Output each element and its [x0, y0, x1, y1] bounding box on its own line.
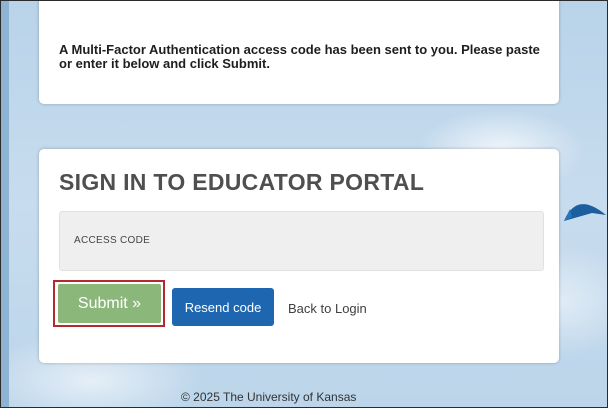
access-code-input[interactable]	[60, 212, 547, 272]
decorative-wing-icon	[564, 204, 606, 221]
message-card: A Multi-Factor Authentication access cod…	[39, 1, 559, 104]
back-to-login-link[interactable]: Back to Login	[288, 301, 367, 316]
mfa-message: A Multi-Factor Authentication access cod…	[59, 43, 549, 71]
submit-button[interactable]: Submit »	[58, 284, 161, 323]
signin-card: SIGN IN TO EDUCATOR PORTAL ACCESS CODE S…	[39, 149, 559, 363]
mfa-message-emphasis: Submit	[222, 56, 267, 71]
footer-copyright: © 2025 The University of Kansas	[181, 390, 357, 404]
mfa-message-text: A Multi-Factor Authentication access cod…	[59, 42, 540, 71]
signin-title: SIGN IN TO EDUCATOR PORTAL	[59, 169, 425, 195]
access-code-field[interactable]: ACCESS CODE	[59, 211, 547, 272]
left-edge-bar	[1, 1, 9, 407]
resend-code-button[interactable]: Resend code	[172, 288, 274, 326]
page-background: A Multi-Factor Authentication access cod…	[0, 0, 608, 408]
mfa-message-end: .	[266, 56, 270, 71]
